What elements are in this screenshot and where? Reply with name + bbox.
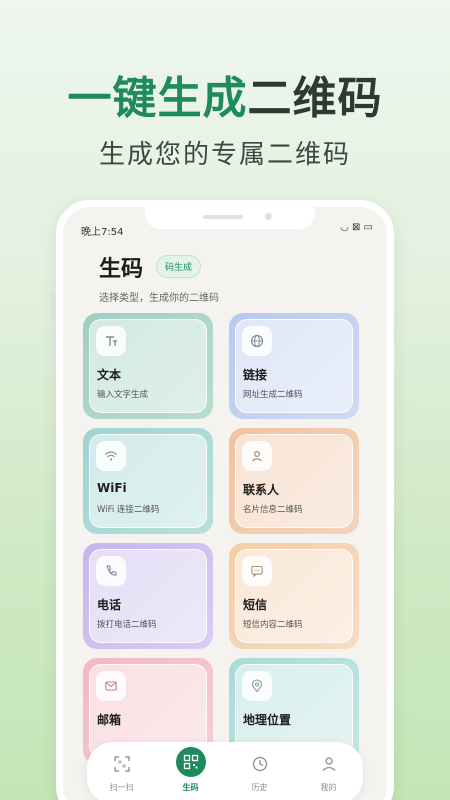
phone-frame: 晚上7:54 ◡ ⊠ ▭ 生码 码生成 选择类型，生成你的二维码 文本 输入文字… <box>56 200 394 800</box>
scan-icon <box>113 755 131 773</box>
card-desc: 拨打电话二维码 <box>97 620 157 630</box>
phone-side-button <box>51 292 55 320</box>
camera <box>265 213 272 220</box>
card-link[interactable]: 链接 网址生成二维码 <box>229 313 359 419</box>
card-desc: WiFi 连接二维码 <box>97 505 160 515</box>
tab-label: 我的 <box>320 783 337 792</box>
status-time: 晚上7:54 <box>81 227 124 238</box>
globe-icon <box>242 326 272 356</box>
tab-label: 历史 <box>251 783 268 792</box>
card-panel: 联系人 名片信息二维码 <box>235 434 353 528</box>
card-label: 地理位置 <box>243 713 292 727</box>
tab-label: 生码 <box>182 783 199 792</box>
card-label: 电话 <box>97 598 122 612</box>
card-label: 邮箱 <box>97 713 122 727</box>
card-label: 联系人 <box>243 483 280 497</box>
history-icon <box>251 755 269 773</box>
location-icon <box>242 671 272 701</box>
bottom-tab-bar: 扫一扫 生码 历史 我的 <box>87 742 363 800</box>
qr-icon <box>176 747 206 777</box>
card-label: WiFi <box>97 481 127 495</box>
card-desc: 名片信息二维码 <box>243 505 303 515</box>
tab-history[interactable]: 历史 <box>225 742 294 800</box>
card-panel: 文本 输入文字生成 <box>89 319 207 413</box>
text-icon <box>96 326 126 356</box>
tab-profile[interactable]: 我的 <box>294 742 363 800</box>
card-text[interactable]: 文本 输入文字生成 <box>83 313 213 419</box>
card-wifi[interactable]: WiFi WiFi 连接二维码 <box>83 428 213 534</box>
card-panel: 短信 短信内容二维码 <box>235 549 353 643</box>
user-icon <box>320 755 338 773</box>
page-subtitle: 选择类型，生成你的二维码 <box>99 293 219 304</box>
tab-scan[interactable]: 扫一扫 <box>87 742 156 800</box>
card-label: 短信 <box>243 598 268 612</box>
card-desc: 输入文字生成 <box>97 390 149 400</box>
page-title: 生码 <box>99 257 144 282</box>
message-icon <box>242 556 272 586</box>
phone-notch <box>145 207 315 229</box>
promo-title: 一键生成二维码 <box>0 62 450 126</box>
promo-subtitle: 生成您的专属二维码 <box>98 140 351 170</box>
card-contact[interactable]: 联系人 名片信息二维码 <box>229 428 359 534</box>
tab-label: 扫一扫 <box>109 783 134 792</box>
status-icons: ◡ ⊠ ▭ <box>340 222 373 233</box>
tab-generate[interactable]: 生码 <box>156 742 225 800</box>
speaker <box>203 215 243 219</box>
card-label: 文本 <box>97 368 122 382</box>
card-desc: 网址生成二维码 <box>243 390 303 400</box>
card-panel: 链接 网址生成二维码 <box>235 319 353 413</box>
card-sms[interactable]: 短信 短信内容二维码 <box>229 543 359 649</box>
phone-side-button <box>51 330 55 358</box>
card-phone[interactable]: 电话 拨打电话二维码 <box>83 543 213 649</box>
contact-icon <box>242 441 272 471</box>
card-panel: WiFi WiFi 连接二维码 <box>89 434 207 528</box>
mail-icon <box>96 671 126 701</box>
promo-title-green: 一键生成 <box>67 73 248 124</box>
card-label: 链接 <box>243 368 268 382</box>
promo-title-dark: 二维码 <box>247 73 383 124</box>
page-badge: 码生成 <box>156 255 202 278</box>
wifi-icon <box>96 441 126 471</box>
card-desc: 短信内容二维码 <box>243 620 303 630</box>
phone-icon <box>96 556 126 586</box>
card-panel: 电话 拨打电话二维码 <box>89 549 207 643</box>
